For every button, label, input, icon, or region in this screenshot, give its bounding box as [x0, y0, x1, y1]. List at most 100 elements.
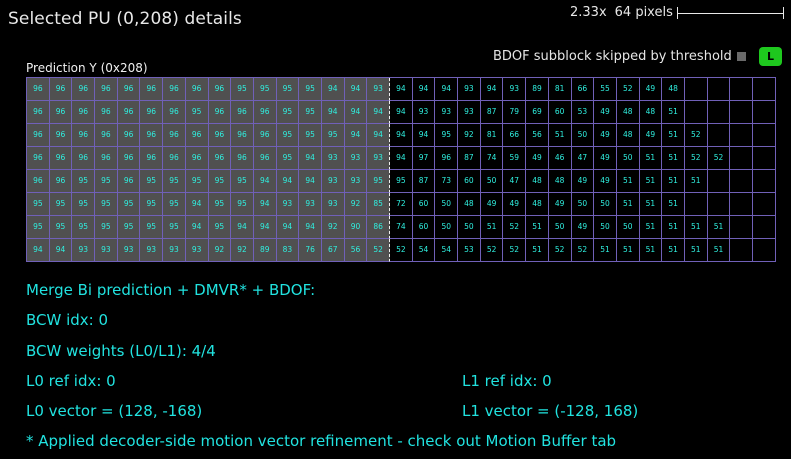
prediction-cell[interactable]: 95 — [299, 124, 322, 147]
prediction-cell[interactable]: 94 — [253, 216, 277, 239]
prediction-cell[interactable]: 95 — [117, 216, 141, 239]
prediction-cell[interactable]: 83 — [276, 239, 300, 262]
prediction-cell[interactable]: 51 — [616, 170, 640, 193]
prediction-cell[interactable]: 51 — [616, 239, 640, 262]
prediction-cell[interactable]: 95 — [208, 193, 232, 216]
prediction-cell[interactable]: 50 — [458, 216, 481, 239]
prediction-cell[interactable]: 94 — [367, 101, 390, 124]
prediction-cell[interactable]: 51 — [526, 239, 549, 262]
prediction-cell[interactable]: 96 — [49, 170, 73, 193]
prediction-cell[interactable]: 94 — [344, 101, 368, 124]
prediction-cell[interactable]: 96 — [49, 124, 73, 147]
prediction-cell[interactable]: 96 — [163, 124, 186, 147]
prediction-cell[interactable]: 95 — [299, 101, 322, 124]
prediction-cell[interactable]: 93 — [458, 101, 481, 124]
prediction-cell[interactable]: 96 — [27, 147, 50, 170]
prediction-cell[interactable]: 51 — [707, 216, 731, 239]
prediction-cell[interactable]: 54 — [412, 239, 436, 262]
prediction-cell[interactable]: 95 — [117, 193, 141, 216]
prediction-cell[interactable]: 60 — [458, 170, 481, 193]
prediction-cell[interactable]: 96 — [435, 147, 459, 170]
prediction-cell[interactable] — [730, 147, 753, 170]
prediction-cell[interactable]: 95 — [231, 78, 254, 101]
prediction-cell[interactable]: 96 — [117, 78, 141, 101]
prediction-cell[interactable] — [707, 170, 731, 193]
prediction-cell[interactable]: 96 — [163, 147, 186, 170]
prediction-cell[interactable] — [753, 147, 776, 170]
prediction-cell[interactable]: 51 — [707, 239, 731, 262]
prediction-cell[interactable]: 74 — [390, 216, 413, 239]
prediction-cell[interactable]: 95 — [163, 216, 186, 239]
prediction-cell[interactable]: 87 — [480, 101, 504, 124]
prediction-cell[interactable]: 93 — [117, 239, 141, 262]
prediction-cell[interactable]: 94 — [49, 239, 73, 262]
prediction-cell[interactable]: 52 — [616, 78, 640, 101]
prediction-cell[interactable]: 96 — [140, 101, 164, 124]
prediction-cell[interactable]: 53 — [571, 101, 595, 124]
prediction-cell[interactable]: 94 — [412, 124, 436, 147]
prediction-cell[interactable]: 51 — [662, 101, 685, 124]
prediction-cell[interactable]: 93 — [95, 239, 118, 262]
prediction-cell[interactable]: 74 — [480, 147, 504, 170]
prediction-cell[interactable]: 95 — [276, 124, 300, 147]
prediction-cell[interactable]: 95 — [72, 216, 96, 239]
prediction-cell[interactable]: 52 — [684, 147, 708, 170]
prediction-cell[interactable]: 48 — [548, 170, 572, 193]
prediction-cell[interactable]: 66 — [571, 78, 595, 101]
prediction-cell[interactable]: 96 — [117, 147, 141, 170]
prediction-cell[interactable]: 96 — [117, 124, 141, 147]
prediction-cell[interactable]: 96 — [208, 147, 232, 170]
prediction-cell[interactable]: 51 — [639, 147, 663, 170]
prediction-cell[interactable]: 94 — [390, 78, 413, 101]
prediction-cell[interactable]: 96 — [163, 78, 186, 101]
prediction-cell[interactable]: 93 — [163, 239, 186, 262]
prediction-cell[interactable]: 92 — [321, 216, 345, 239]
prediction-cell[interactable]: 59 — [503, 147, 527, 170]
prediction-cell[interactable] — [753, 193, 776, 216]
prediction-cell[interactable]: 51 — [639, 239, 663, 262]
prediction-cell[interactable]: 52 — [707, 147, 731, 170]
prediction-cell[interactable]: 93 — [344, 147, 368, 170]
prediction-cell[interactable]: 94 — [367, 124, 390, 147]
prediction-cell[interactable]: 93 — [321, 170, 345, 193]
prediction-cell[interactable]: 92 — [208, 239, 232, 262]
prediction-cell[interactable]: 93 — [435, 101, 459, 124]
prediction-cell[interactable]: 93 — [503, 78, 527, 101]
prediction-cell[interactable]: 96 — [117, 170, 141, 193]
prediction-cell[interactable]: 96 — [117, 101, 141, 124]
prediction-cell[interactable]: 49 — [480, 193, 504, 216]
prediction-cell[interactable]: 93 — [299, 193, 322, 216]
prediction-cell[interactable]: 96 — [95, 101, 118, 124]
prediction-cell[interactable]: 93 — [185, 239, 209, 262]
prediction-cell[interactable]: 96 — [95, 147, 118, 170]
prediction-cell[interactable]: 93 — [367, 78, 390, 101]
prediction-cell[interactable]: 52 — [548, 239, 572, 262]
prediction-cell[interactable] — [730, 239, 753, 262]
prediction-cell[interactable]: 95 — [95, 193, 118, 216]
prediction-cell[interactable]: 96 — [253, 124, 277, 147]
prediction-cell[interactable]: 95 — [140, 170, 164, 193]
prediction-cell[interactable]: 94 — [390, 124, 413, 147]
prediction-cell[interactable]: 55 — [594, 78, 617, 101]
prediction-cell[interactable]: 96 — [140, 78, 164, 101]
prediction-cell[interactable]: 93 — [344, 170, 368, 193]
prediction-cell[interactable]: 96 — [27, 78, 50, 101]
prediction-cell[interactable]: 51 — [639, 216, 663, 239]
prediction-cell[interactable]: 86 — [367, 216, 390, 239]
prediction-cell[interactable]: 47 — [571, 147, 595, 170]
prediction-cell[interactable]: 96 — [140, 147, 164, 170]
prediction-cell[interactable]: 96 — [95, 78, 118, 101]
prediction-cell[interactable]: 56 — [526, 124, 549, 147]
prediction-cell[interactable]: 96 — [140, 124, 164, 147]
prediction-cell[interactable]: 96 — [208, 101, 232, 124]
prediction-cell[interactable]: 95 — [390, 170, 413, 193]
prediction-cell[interactable]: 95 — [140, 216, 164, 239]
prediction-cell[interactable] — [730, 101, 753, 124]
prediction-cell[interactable]: 51 — [548, 124, 572, 147]
prediction-cell[interactable]: 94 — [299, 216, 322, 239]
prediction-cell[interactable]: 95 — [163, 170, 186, 193]
prediction-cell[interactable]: 49 — [639, 124, 663, 147]
prediction-cell[interactable]: 95 — [276, 78, 300, 101]
prediction-cell[interactable]: 95 — [276, 147, 300, 170]
prediction-cell[interactable]: 95 — [208, 170, 232, 193]
